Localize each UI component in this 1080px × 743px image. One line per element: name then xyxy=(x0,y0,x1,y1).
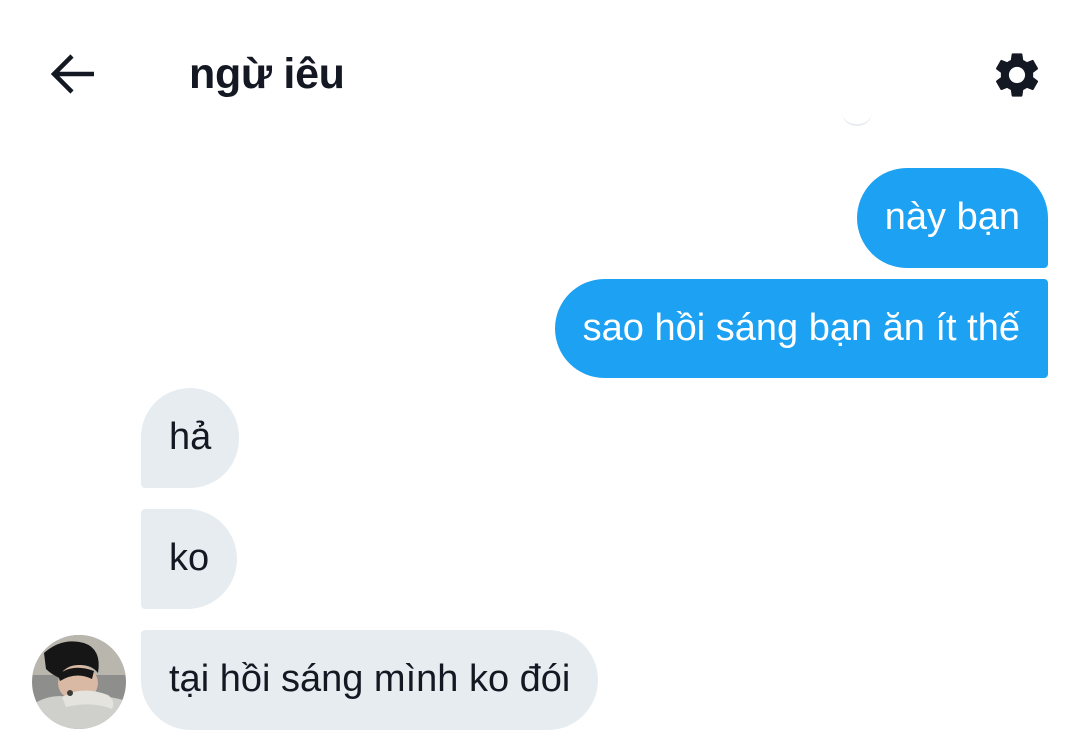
message-bubble-incoming[interactable]: hả xyxy=(141,388,240,488)
arrow-left-icon xyxy=(50,54,94,94)
message-bubble-outgoing[interactable]: sao hồi sáng bạn ăn ít thế xyxy=(554,279,1048,378)
conversation-title[interactable]: ngừ iêu xyxy=(189,48,345,100)
message-bubble-outgoing[interactable]: này bạn xyxy=(856,168,1048,268)
chat-header: ngừ iêu xyxy=(0,0,1080,130)
avatar-image xyxy=(32,635,126,729)
settings-button[interactable] xyxy=(986,44,1048,106)
chat-screen: ngừ iêu này bạn sao hồi sáng bạn ăn ít t… xyxy=(0,0,1080,743)
message-bubble-incoming[interactable]: ko xyxy=(141,509,238,609)
back-button[interactable] xyxy=(40,44,106,104)
gear-icon xyxy=(996,53,1039,97)
message-bubble-incoming[interactable]: tại hồi sáng mình ko đói xyxy=(141,630,599,730)
avatar[interactable] xyxy=(32,635,126,729)
